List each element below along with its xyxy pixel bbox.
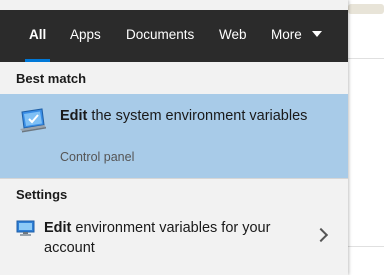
caret-down-icon bbox=[311, 31, 322, 37]
best-match-title-bold: Edit bbox=[60, 108, 88, 124]
monitor-settings-icon bbox=[16, 220, 36, 243]
settings-item-title: Edit environment variables for your acco… bbox=[44, 218, 304, 258]
settings-item-title-bold: Edit bbox=[44, 220, 72, 236]
background-divider bbox=[348, 246, 384, 247]
search-panel: All Apps Documents Web More Best match E… bbox=[0, 0, 348, 275]
chevron-right-icon[interactable] bbox=[313, 227, 329, 243]
best-match-title: Edit the system environment variables bbox=[60, 106, 330, 126]
settings-item-title-rest: environment variables for your account bbox=[44, 220, 271, 256]
tab-all-label: All bbox=[29, 27, 47, 42]
best-match-heading: Best match bbox=[16, 71, 87, 86]
tab-web-label: Web bbox=[219, 27, 247, 42]
best-match-subtitle: Control panel bbox=[60, 150, 135, 164]
tab-web[interactable]: Web bbox=[219, 10, 247, 62]
background-window-item bbox=[348, 4, 384, 14]
tab-apps-label: Apps bbox=[70, 27, 101, 42]
tab-documents-label: Documents bbox=[126, 27, 195, 42]
active-tab-indicator bbox=[25, 59, 51, 62]
best-match-title-rest: the system environment variables bbox=[87, 108, 308, 124]
tab-documents[interactable]: Documents bbox=[126, 10, 194, 62]
background-window bbox=[348, 0, 384, 275]
settings-heading: Settings bbox=[16, 187, 68, 202]
tab-more-label: More bbox=[271, 27, 302, 42]
best-match-result[interactable]: Edit the system environment variables Co… bbox=[0, 94, 348, 178]
tab-apps[interactable]: Apps bbox=[70, 10, 101, 62]
tab-more[interactable]: More bbox=[271, 10, 322, 62]
settings-result-item[interactable]: Edit environment variables for your acco… bbox=[0, 208, 348, 264]
monitor-checkmark-icon bbox=[18, 108, 48, 139]
search-tab-bar: All Apps Documents Web More bbox=[0, 10, 348, 62]
tab-all[interactable]: All bbox=[25, 10, 51, 62]
background-divider bbox=[348, 58, 384, 59]
section-divider bbox=[0, 178, 348, 179]
